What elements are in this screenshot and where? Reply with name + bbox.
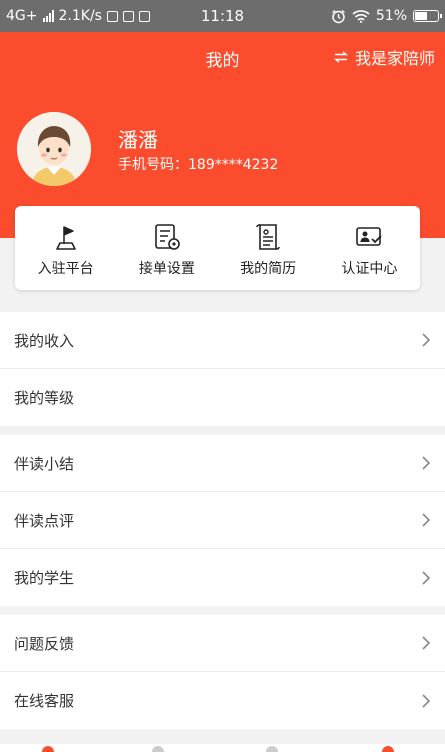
menu-item-customer-service[interactable]: 在线客服 — [0, 672, 445, 729]
notification-icon — [122, 10, 134, 22]
tab-icon-partial[interactable] — [382, 746, 394, 752]
chevron-right-icon — [422, 636, 431, 650]
order-settings-icon — [155, 224, 180, 250]
signal-icon — [42, 10, 54, 22]
chevron-right-icon — [422, 570, 431, 585]
quick-action-join-platform[interactable]: 入驻平台 — [15, 206, 116, 290]
menu-item-label: 在线客服 — [14, 692, 75, 710]
menu-group-support: 问题反馈 在线客服 — [0, 615, 445, 729]
battery-icon — [413, 10, 442, 22]
chevron-right-icon — [422, 693, 431, 708]
quick-action-label: 我的简历 — [240, 261, 297, 277]
chevron-right-icon — [422, 333, 431, 347]
menu-item-label: 我的等级 — [14, 389, 75, 407]
resume-icon — [256, 224, 280, 250]
swap-icon — [333, 51, 349, 63]
quick-action-my-resume[interactable]: 我的简历 — [218, 206, 319, 290]
menu-item-label: 问题反馈 — [14, 634, 75, 653]
avatar[interactable] — [17, 112, 91, 186]
tab-icon-partial[interactable] — [266, 746, 278, 752]
quick-action-certification[interactable]: 认证中心 — [319, 206, 420, 290]
status-bar: 4G+ 2.1K/s 11:18 51% — [0, 0, 445, 32]
avatar-illustration — [17, 112, 91, 186]
menu-group-account: 我的收入 我的等级 — [0, 312, 445, 426]
clock: 11:18 — [200, 7, 245, 25]
switch-role-button[interactable]: 我是家陪师 — [333, 45, 435, 69]
user-name: 潘潘 — [118, 128, 158, 152]
quick-action-order-settings[interactable]: 接单设置 — [116, 206, 217, 290]
tab-icon-partial[interactable] — [42, 746, 54, 752]
menu-item-label: 我的收入 — [14, 331, 75, 350]
flag-icon — [55, 226, 76, 250]
menu-item-label: 我的学生 — [14, 569, 75, 587]
user-phone: 手机号码：189****4232 — [118, 157, 279, 173]
menu-item-summary[interactable]: 伴读小结 — [0, 435, 445, 492]
tab-bar — [0, 744, 445, 752]
menu-item-level[interactable]: 我的等级 — [0, 369, 445, 426]
wifi-icon — [352, 10, 370, 23]
menu-item-students[interactable]: 我的学生 — [0, 549, 445, 606]
network-type: 4G+ — [6, 8, 38, 24]
battery-percent: 51% — [375, 8, 407, 24]
menu-item-income[interactable]: 我的收入 — [0, 312, 445, 369]
notification-icon — [106, 10, 118, 22]
chevron-right-icon — [422, 456, 431, 470]
menu-item-feedback[interactable]: 问题反馈 — [0, 615, 445, 672]
notification-icon — [138, 10, 150, 22]
quick-action-label: 接单设置 — [138, 261, 195, 277]
quick-action-label: 认证中心 — [341, 261, 398, 277]
id-card-check-icon — [356, 227, 383, 246]
quick-action-label: 入驻平台 — [37, 261, 94, 277]
tab-icon-partial[interactable] — [152, 746, 164, 752]
alarm-icon — [331, 9, 345, 23]
menu-item-review[interactable]: 伴读点评 — [0, 492, 445, 549]
menu-group-study: 伴读小结 伴读点评 我的学生 — [0, 435, 445, 606]
chevron-right-icon — [422, 513, 431, 527]
network-speed: 2.1K/s — [58, 8, 102, 24]
quick-actions-card: 入驻平台 接单设置 我的简历 认证中心 — [15, 206, 420, 290]
menu-item-label: 伴读点评 — [14, 511, 75, 530]
menu-item-label: 伴读小结 — [14, 454, 75, 473]
switch-role-label: 我是家陪师 — [354, 49, 435, 68]
